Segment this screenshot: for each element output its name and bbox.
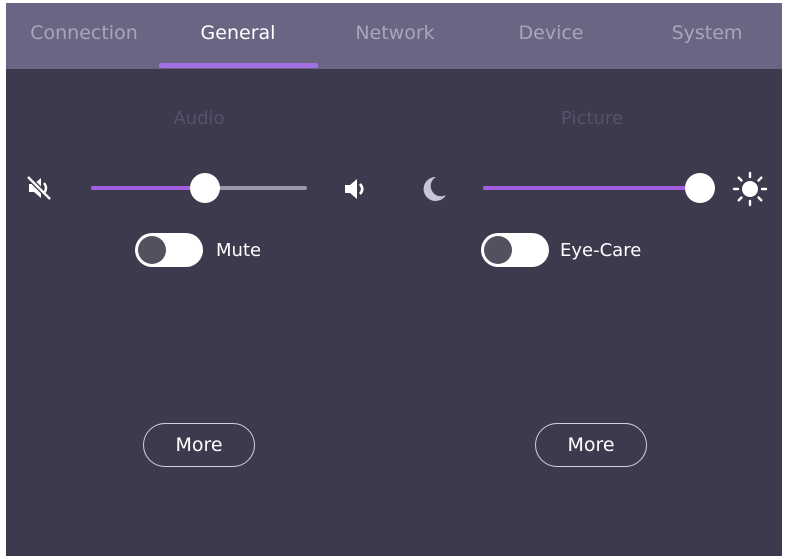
volume-slider[interactable] [91, 173, 307, 203]
tab-bar: Connection General Network Device System [6, 3, 782, 69]
eye-care-label: Eye-Care [560, 240, 642, 261]
tab-device-label: Device [518, 22, 584, 44]
picture-more-button[interactable]: More [535, 423, 647, 467]
audio-section-title: Audio [173, 108, 225, 129]
eye-care-toggle-knob [484, 236, 512, 264]
eye-care-toggle[interactable] [481, 233, 549, 267]
brightness-slider-fill [483, 186, 700, 190]
volume-slider-thumb[interactable] [190, 173, 221, 203]
tab-connection[interactable]: Connection [6, 3, 162, 69]
tab-system-label: System [671, 22, 743, 44]
tab-general-label: General [200, 22, 276, 44]
moon-icon [423, 176, 446, 201]
mute-toggle[interactable] [135, 233, 203, 267]
picture-section-title: Picture [561, 108, 623, 129]
tab-system[interactable]: System [629, 3, 782, 69]
volume-slider-fill [91, 186, 206, 190]
tab-device[interactable]: Device [473, 3, 629, 69]
audio-more-button[interactable]: More [143, 423, 255, 467]
active-tab-indicator [159, 63, 318, 68]
mute-toggle-knob [138, 236, 166, 264]
tab-network[interactable]: Network [317, 3, 473, 69]
volume-mute-icon [26, 175, 52, 201]
mute-label: Mute [216, 240, 262, 261]
volume-up-icon [345, 179, 364, 199]
brightness-slider-thumb[interactable] [685, 173, 715, 203]
tab-network-label: Network [355, 22, 435, 44]
settings-screen: Connection General Network Device System… [6, 3, 782, 556]
tab-general[interactable]: General [160, 3, 316, 69]
sun-icon [732, 171, 768, 207]
tab-connection-label: Connection [30, 22, 138, 44]
brightness-slider[interactable] [483, 173, 715, 203]
